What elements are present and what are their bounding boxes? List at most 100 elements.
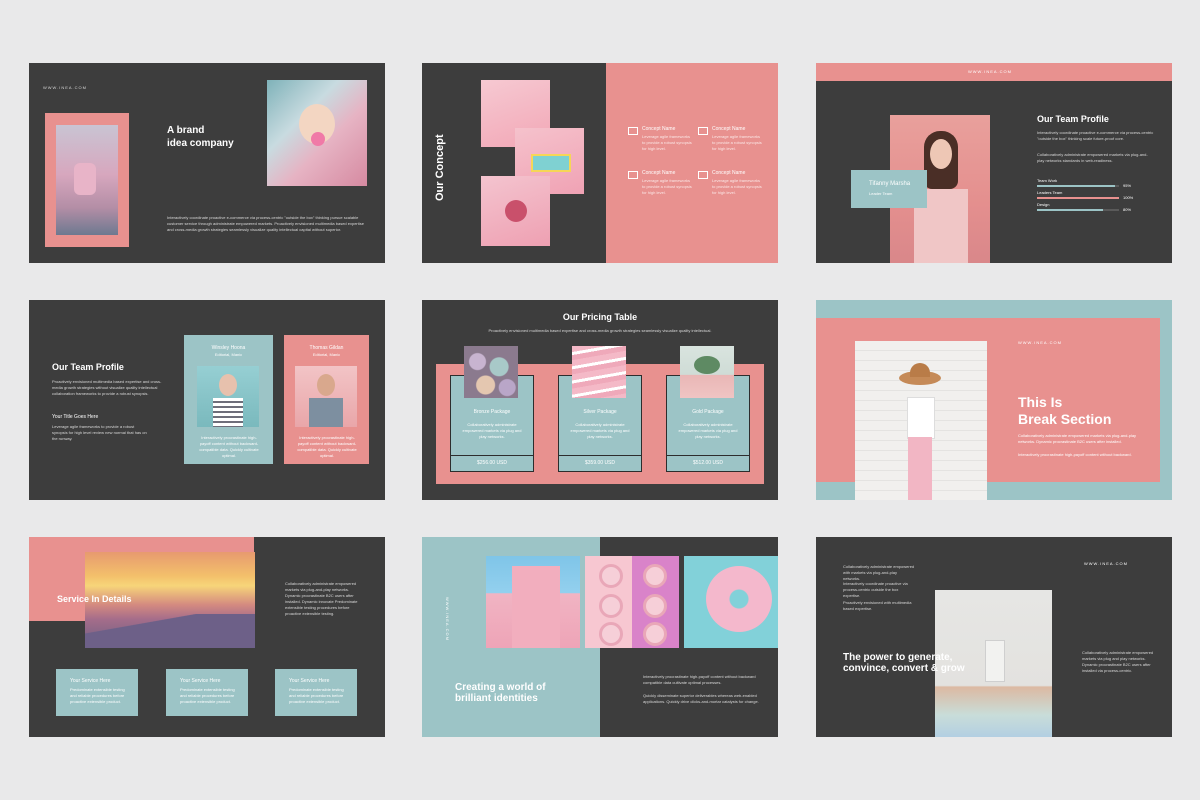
title-line-2: brilliant identities [455, 693, 538, 704]
pink-panel [606, 63, 778, 263]
body-1: Interactively procrastinate high-payoff … [643, 674, 756, 685]
price-row: $359.00 USD [559, 455, 641, 472]
donut [643, 594, 667, 618]
sunglasses [531, 154, 571, 172]
slide-title: Our Team Profile [52, 362, 124, 372]
member-role: Editorial, Manic [312, 352, 341, 357]
donut [706, 566, 772, 632]
donut [599, 622, 623, 646]
price-row: $512.00 USD [667, 455, 749, 472]
skill-label: Leaders Team [1037, 190, 1063, 195]
skill-label: Team Work [1037, 178, 1058, 183]
slide-service[interactable]: Service In Details Collaboratively admin… [29, 537, 385, 737]
slide-title: Our Team Profile [1037, 114, 1109, 124]
skill-fill [1037, 209, 1103, 211]
title-line-1: The power to generate, [843, 652, 953, 663]
shirt [309, 398, 343, 427]
donut [599, 564, 623, 588]
photo-thomas [295, 366, 357, 427]
photo-macarons [572, 346, 626, 398]
slide-title: Creating a world of brilliant identities [455, 682, 546, 704]
slide-body: Interactively coordinate proactive e-com… [167, 215, 364, 232]
title-line-1: A brand [167, 125, 205, 136]
slide-team-profile[interactable]: WWW.INEA.COM Tifanny Marsha Leader Team … [816, 63, 1172, 263]
donut [599, 594, 623, 618]
member-role: Editorial, Manic [214, 352, 243, 357]
monitor-icon [698, 171, 708, 179]
body-1: Collaboratively administrate empowered m… [1018, 433, 1137, 444]
body-1: Collaboratively administrate empowered w… [843, 564, 915, 581]
package-body: Collaboratively administrate empowered m… [462, 422, 522, 439]
face [930, 139, 952, 169]
photo-plants [680, 346, 734, 398]
slide-power[interactable]: Collaboratively administrate empowered w… [816, 537, 1172, 737]
service-card-2: Your Service Here Predominate extensible… [166, 669, 248, 716]
skill-track [1037, 197, 1119, 199]
concept-label: Concept Name [712, 126, 746, 132]
concept-body: Leverage agile frameworks to provide a r… [642, 134, 692, 151]
slide-brand[interactable]: WWW.INEA.COM A brand idea company Intera… [29, 63, 385, 263]
slide-team-profile-2[interactable]: Our Team Profile Proactively envisioned … [29, 300, 385, 500]
slide-title: Service In Details [57, 594, 132, 604]
body-3: Proactively envisioned with multimedia b… [843, 600, 912, 611]
name-card: Tifanny Marsha Leader Team [851, 170, 927, 208]
concept-label: Concept Name [642, 170, 676, 176]
title-line-2: Break Section [1018, 411, 1112, 427]
body-2: Collaboratively administrate empowered m… [1037, 152, 1148, 163]
pants [908, 437, 932, 500]
face [317, 374, 335, 396]
package-name: Bronze Package [473, 409, 511, 415]
package-price: $256.00 USD [476, 460, 508, 466]
plant [694, 356, 720, 374]
body-2: Interactively coordinate proactive via p… [843, 581, 908, 598]
bubble [311, 132, 325, 146]
team-card-2: Thomas Gildan Editorial, Manic Interacti… [284, 335, 369, 464]
skill-value: 80% [1123, 207, 1132, 212]
package-price: $512.00 USD [692, 460, 724, 466]
skill-value: 95% [1123, 183, 1132, 188]
photo-big-donut [684, 556, 778, 648]
member-body: Interactively procrastinate high-payoff … [297, 435, 357, 458]
slide-title: Our Pricing Table [562, 312, 638, 322]
slide-identities[interactable]: WWW.INEA.COM Creating a world of brillia… [422, 537, 778, 737]
package-name: Gold Package [692, 409, 724, 415]
slide-url: WWW.INEA.COM [1018, 340, 1062, 345]
slide-body: Proactively envisioned multimedia based … [52, 379, 162, 396]
slide-url: WWW.INEA.COM [1084, 561, 1128, 566]
body-1: Interactively coordinate proactive e-com… [1037, 130, 1154, 141]
service-label: Your Service Here [289, 678, 330, 684]
concept-body: Leverage agile frameworks to provide a r… [642, 178, 692, 195]
doorway [985, 640, 1005, 682]
monitor-icon [628, 171, 638, 179]
slide-pricing[interactable]: Our Pricing Table Proactively envisioned… [422, 300, 778, 500]
body-2: Quickly disseminate superior deliverable… [643, 693, 759, 704]
monitor-icon [698, 127, 708, 135]
slide-concept[interactable]: Our Concept Concept Name Leverage agile … [422, 63, 778, 263]
slide-break[interactable]: WWW.INEA.COM This Is Break Section Colla… [816, 300, 1172, 500]
price-row: $256.00 USD [451, 455, 533, 472]
service-body: Predominate extensible testing and relia… [180, 687, 235, 704]
slide-subtitle: Proactively envisioned multimedia based … [488, 328, 712, 333]
subtitle: Your Title Goes Here [52, 414, 99, 420]
member-role: Leader Team [869, 191, 893, 196]
photo-eggs [464, 346, 518, 398]
service-card-1: Your Service Here Predominate extensible… [56, 669, 138, 716]
title-line-2: idea company [167, 138, 234, 149]
concept-body: Leverage agile frameworks to provide a r… [712, 178, 762, 195]
right-body: Collaboratively administrate empowered m… [1082, 650, 1154, 673]
concept-body: Leverage agile frameworks to provide a r… [712, 134, 762, 151]
package-price: $359.00 USD [584, 460, 616, 466]
face [219, 374, 237, 396]
photo-pink-building [486, 556, 580, 648]
package-name: Silver Package [583, 409, 617, 415]
service-body: Predominate extensible testing and relia… [70, 687, 125, 704]
service-card-3: Your Service Here Predominate extensible… [275, 669, 357, 716]
skill-value: 100% [1123, 195, 1134, 200]
team-card-1: Winsley Hoona Editorial, Manic Interacti… [184, 335, 273, 464]
package-body: Collaboratively administrate empowered m… [570, 422, 630, 439]
member-name: Thomas Gildan [309, 345, 344, 351]
concept-label: Concept Name [642, 126, 676, 132]
subtitle-body: Leverage agile frameworks to provide a r… [52, 424, 147, 441]
donut [643, 622, 667, 646]
monitor-icon [628, 127, 638, 135]
